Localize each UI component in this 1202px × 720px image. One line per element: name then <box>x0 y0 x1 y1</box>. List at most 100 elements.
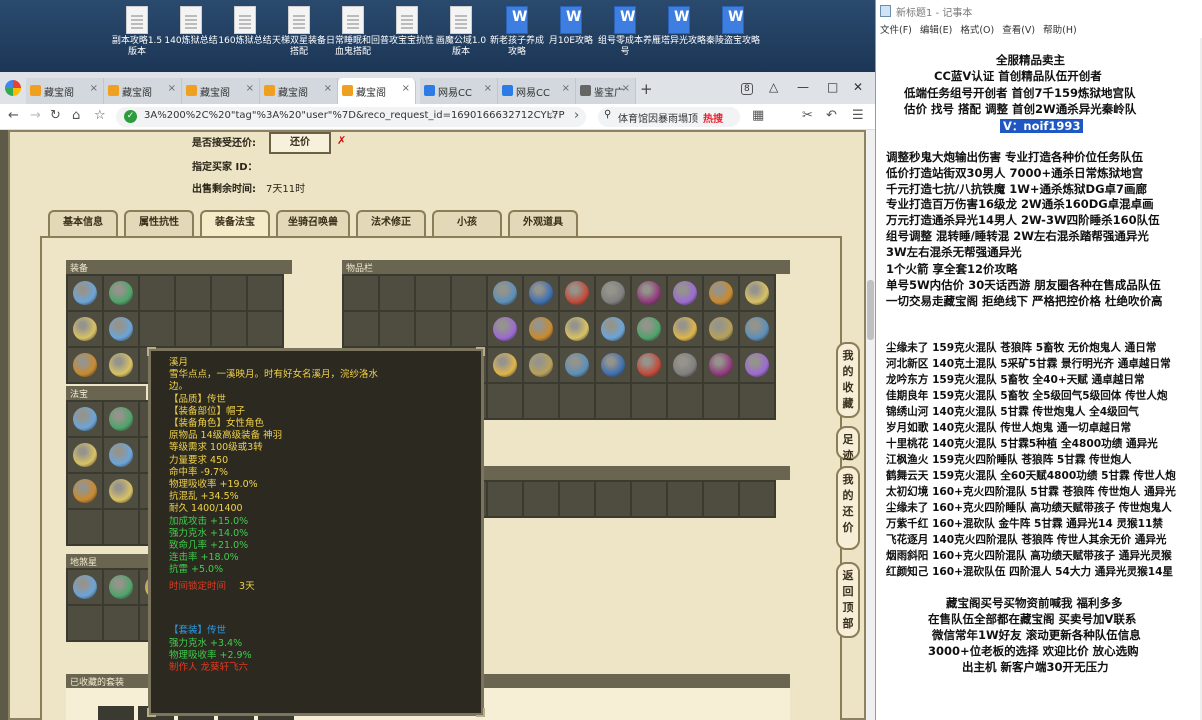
tab-close-icon[interactable]: × <box>90 83 98 94</box>
desktop-file-icon[interactable]: 新老孩子养成攻略 <box>490 6 544 58</box>
home-icon[interactable]: ⌂ <box>72 108 80 123</box>
inventory-slot[interactable] <box>452 312 486 346</box>
inventory-slot[interactable] <box>596 384 630 418</box>
side-nav-button[interactable]: 足迹 <box>836 426 860 462</box>
maximize-icon[interactable]: □ <box>827 80 838 94</box>
inventory-slot[interactable] <box>596 312 630 346</box>
side-nav-button[interactable]: 我的收藏 <box>836 342 860 418</box>
game-tab[interactable]: 装备法宝 <box>200 210 270 236</box>
desktop-file-icon[interactable]: 160炼狱总结 <box>218 6 272 47</box>
desktop-file-icon[interactable]: 秦陵盗宝攻略 <box>706 6 760 47</box>
notepad-menu-item[interactable]: 格式(O) <box>960 25 994 36</box>
game-tab[interactable]: 小孩 <box>432 210 502 236</box>
back-icon[interactable]: ← <box>8 108 19 123</box>
undo-icon[interactable]: ↶ <box>826 108 837 123</box>
inventory-slot[interactable] <box>560 348 594 382</box>
inventory-slot[interactable] <box>452 276 486 310</box>
inventory-slot[interactable] <box>740 384 774 418</box>
inventory-slot[interactable] <box>104 438 138 472</box>
close-window-icon[interactable]: ✕ <box>853 80 863 94</box>
inventory-slot[interactable] <box>248 276 282 310</box>
favorite-star-icon[interactable]: ☆ <box>547 108 559 123</box>
inventory-slot[interactable] <box>596 276 630 310</box>
browser-tab[interactable]: 藏宝阁 × <box>182 78 260 104</box>
extensions-icon[interactable]: ▦ <box>752 108 764 123</box>
desktop-file-icon[interactable]: 组号零成本养号 <box>598 6 652 58</box>
inventory-slot[interactable] <box>740 312 774 346</box>
desktop-file-icon[interactable]: 月10E攻略 <box>544 6 598 47</box>
inventory-slot[interactable] <box>632 384 666 418</box>
counter-offer-button[interactable]: 还价 <box>269 132 331 154</box>
side-nav-button[interactable]: 返回顶部 <box>836 562 860 638</box>
browser-tab[interactable]: 藏宝阁 × <box>260 78 338 104</box>
tab-close-icon[interactable]: × <box>484 83 492 94</box>
notepad-menu-item[interactable]: 编辑(E) <box>920 25 952 36</box>
inventory-slot[interactable] <box>740 276 774 310</box>
inventory-slot[interactable] <box>740 482 774 516</box>
desktop-file-icon[interactable]: 雁塔异光攻略 <box>652 6 706 47</box>
expand-chevron-icon[interactable]: › <box>574 108 579 123</box>
tab-close-icon[interactable]: × <box>324 83 332 94</box>
inventory-slot[interactable] <box>380 312 414 346</box>
tab-close-icon[interactable]: × <box>246 83 254 94</box>
tab-close-icon[interactable]: × <box>622 83 630 94</box>
inventory-slot[interactable] <box>104 402 138 436</box>
desktop-file-icon[interactable]: 日常睡眠和回血鬼搭配 <box>326 6 380 58</box>
inventory-slot[interactable] <box>248 312 282 346</box>
inventory-slot[interactable] <box>68 510 102 544</box>
inventory-slot[interactable] <box>104 312 138 346</box>
menu-icon[interactable]: ☰ <box>852 108 864 123</box>
inventory-slot[interactable] <box>68 570 102 604</box>
inventory-slot[interactable] <box>104 606 138 640</box>
inventory-slot[interactable] <box>632 276 666 310</box>
desktop-file-icon[interactable]: 140炼狱总结 <box>164 6 218 47</box>
page-scrollbar[interactable] <box>866 130 875 720</box>
reload-icon[interactable]: ↻ <box>50 108 61 123</box>
tab-close-icon[interactable]: × <box>402 83 410 94</box>
scrollbar-thumb[interactable] <box>867 280 874 340</box>
inventory-slot[interactable] <box>488 384 522 418</box>
inventory-slot[interactable] <box>104 510 138 544</box>
inventory-slot[interactable] <box>632 482 666 516</box>
inventory-slot[interactable] <box>212 312 246 346</box>
inventory-slot[interactable] <box>668 384 702 418</box>
browser-tab[interactable]: 网易CC × <box>420 78 498 104</box>
inventory-slot[interactable] <box>140 312 174 346</box>
desktop-file-icon[interactable]: 普攻宝宝抗性 <box>380 6 434 47</box>
inventory-slot[interactable] <box>68 438 102 472</box>
bookmark-star-icon[interactable]: ☆ <box>94 108 106 123</box>
forward-icon[interactable]: → <box>30 108 41 123</box>
inventory-slot[interactable] <box>488 312 522 346</box>
inventory-slot[interactable] <box>596 348 630 382</box>
hot-search-badge[interactable]: 热搜 <box>703 110 723 125</box>
inventory-slot[interactable] <box>740 348 774 382</box>
game-tab[interactable]: 坐骑召唤兽 <box>276 210 350 236</box>
notepad-menu-item[interactable]: 查看(V) <box>1002 25 1035 36</box>
inventory-slot[interactable] <box>176 276 210 310</box>
new-tab-icon[interactable]: + <box>640 80 653 98</box>
inventory-slot[interactable] <box>560 384 594 418</box>
minimize-icon[interactable]: — <box>797 80 809 94</box>
inventory-slot[interactable] <box>704 384 738 418</box>
notepad-menu-item[interactable]: 帮助(H) <box>1043 25 1077 36</box>
inventory-slot[interactable] <box>68 606 102 640</box>
inventory-slot[interactable] <box>488 348 522 382</box>
inventory-slot[interactable] <box>524 348 558 382</box>
browser-logo-icon[interactable] <box>5 80 21 96</box>
browser-tab[interactable]: 鉴宝广 × <box>576 78 636 104</box>
inventory-slot[interactable] <box>524 312 558 346</box>
inventory-slot[interactable] <box>668 348 702 382</box>
inventory-slot[interactable] <box>704 312 738 346</box>
inventory-slot[interactable] <box>488 482 522 516</box>
game-tab[interactable]: 法术修正 <box>356 210 426 236</box>
inventory-slot[interactable] <box>560 276 594 310</box>
tab-count-badge[interactable]: 8 <box>741 80 753 95</box>
inventory-slot[interactable] <box>104 570 138 604</box>
notepad-menu-item[interactable]: 文件(F) <box>880 25 912 36</box>
inventory-slot[interactable] <box>68 402 102 436</box>
inventory-slot[interactable] <box>344 312 378 346</box>
desktop-file-icon[interactable]: 副本攻略1.5版本 <box>110 6 164 58</box>
inventory-slot[interactable] <box>488 276 522 310</box>
inventory-slot[interactable] <box>416 276 450 310</box>
notepad-text-area[interactable]: 全服精品卖主 CC蓝V认证 首创精品队伍开创者 低端任务组号开创者 首创7千159炼… <box>876 38 1202 720</box>
